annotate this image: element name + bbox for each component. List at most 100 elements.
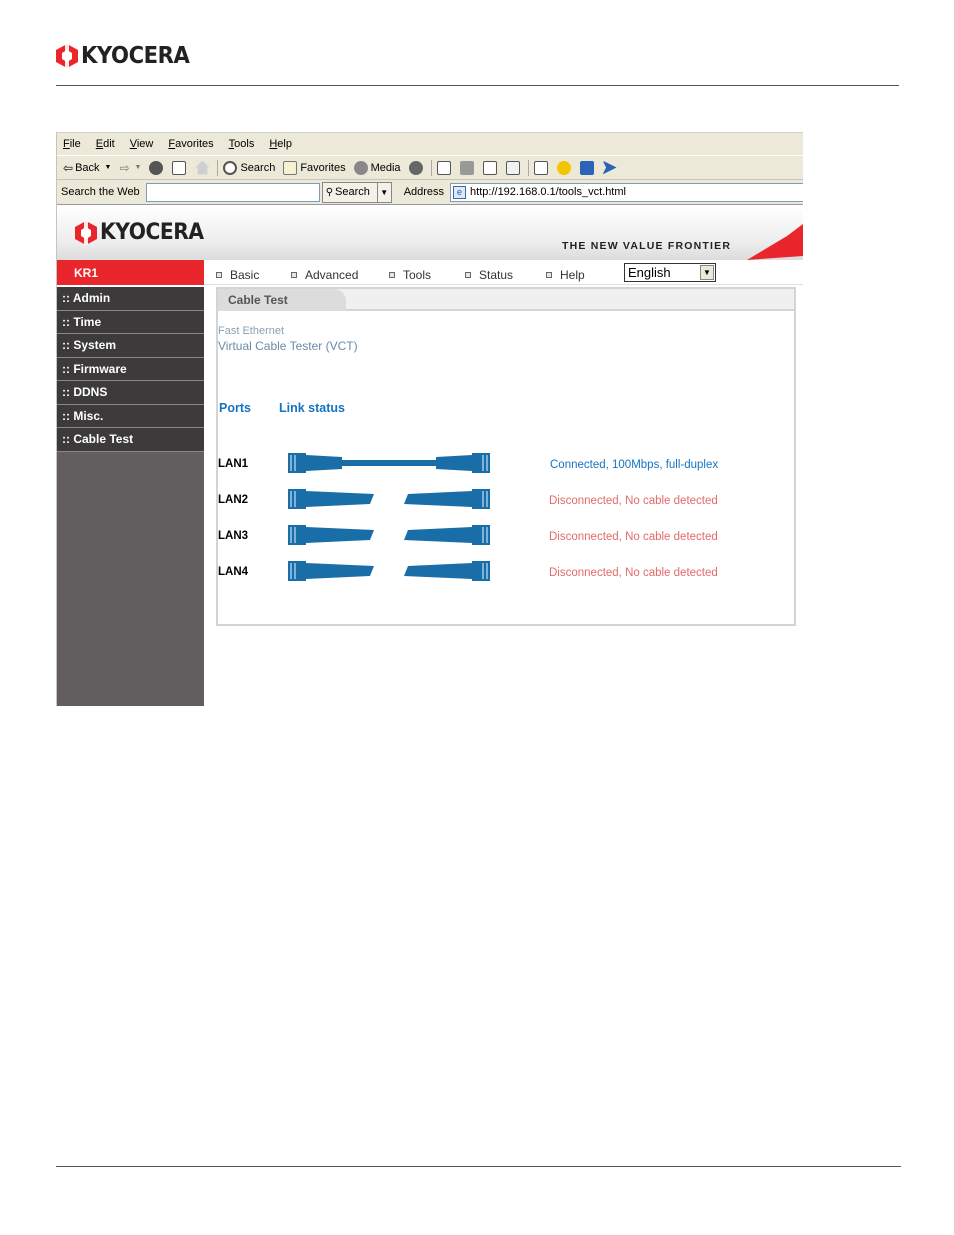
column-header-ports: Ports: [219, 401, 251, 415]
search-icon: [223, 160, 238, 175]
toolbar-separator: [430, 159, 432, 176]
nav-bullet-icon: [546, 272, 552, 278]
cursor-arrow-icon[interactable]: [602, 160, 617, 175]
port-lan2-label: LAN2: [218, 494, 249, 506]
port-lan4-label: LAN4: [218, 566, 249, 578]
discuss-icon[interactable]: [505, 160, 520, 175]
port-lan3-status: Disconnected, No cable detected: [549, 531, 718, 543]
language-select[interactable]: English ▼: [624, 263, 716, 282]
port-lan4-status: Disconnected, No cable detected: [549, 567, 718, 579]
messenger-icon[interactable]: [556, 160, 571, 175]
port-lan1-label: LAN1: [218, 458, 249, 470]
back-label: Back: [75, 161, 100, 174]
sidebar: :: Admin :: Time :: System :: Firmware :…: [57, 287, 204, 706]
media-icon: [353, 160, 368, 175]
menu-file[interactable]: File: [63, 138, 81, 150]
mail-icon[interactable]: [436, 160, 451, 175]
cable-test-panel: Cable Test Fast Ethernet Virtual Cable T…: [216, 287, 796, 626]
router-logo-text: KYOCERA: [100, 220, 204, 245]
top-nav: Basic Advanced Tools Status Help English…: [204, 260, 803, 285]
edit-word-icon[interactable]: [482, 160, 497, 175]
nav-bullet-icon: [216, 272, 222, 278]
address-url: http://192.168.0.1/tools_vct.html: [470, 186, 626, 198]
panel-title: Cable Test: [218, 289, 346, 311]
nav-tools[interactable]: Tools: [389, 268, 431, 282]
back-button[interactable]: ⇦ Back ▼: [63, 161, 111, 175]
nav-bullet-icon: [389, 272, 395, 278]
router-header: KYOCERA THE NEW VALUE FRONTIER: [57, 206, 803, 260]
panel-header: Cable Test: [218, 289, 794, 311]
sidebar-item-ddns[interactable]: :: DDNS: [57, 381, 204, 405]
sidebar-item-misc[interactable]: :: Misc.: [57, 404, 204, 428]
kyocera-logo-text: KYOCERA: [81, 43, 190, 69]
monitor-icon[interactable]: [579, 160, 594, 175]
refresh-icon[interactable]: [172, 160, 187, 175]
print-icon[interactable]: [459, 160, 474, 175]
history-icon[interactable]: [408, 160, 423, 175]
search-web-input[interactable]: [145, 182, 320, 202]
search-web-button-label: Search: [335, 186, 370, 198]
nav-status[interactable]: Status: [465, 268, 513, 282]
sidebar-item-cable-test[interactable]: :: Cable Test: [57, 428, 204, 452]
menu-help[interactable]: Help: [269, 138, 292, 150]
toolbar-separator: [527, 159, 529, 176]
menu-favorites[interactable]: Favorites: [168, 138, 213, 150]
address-input[interactable]: e http://192.168.0.1/tools_vct.html: [450, 182, 803, 202]
cable-connected-icon: [288, 453, 490, 473]
subtitle-vct: Virtual Cable Tester (VCT): [218, 339, 358, 353]
menu-tools[interactable]: Tools: [229, 138, 255, 150]
kyocera-logo: KYOCERA: [56, 42, 199, 70]
nav-help[interactable]: Help: [546, 268, 585, 282]
search-web-label: Search the Web: [61, 186, 140, 198]
kyocera-logo-icon: [56, 44, 78, 68]
sidebar-item-firmware[interactable]: :: Firmware: [57, 357, 204, 381]
sidebar-item-time[interactable]: :: Time: [57, 310, 204, 334]
cable-disconnected-icon: [288, 525, 490, 545]
research-icon[interactable]: [533, 160, 548, 175]
header-divider: [56, 85, 899, 86]
stop-icon[interactable]: [149, 160, 164, 175]
language-value: English: [628, 265, 671, 280]
address-label: Address: [403, 186, 445, 198]
home-icon[interactable]: [195, 160, 210, 175]
nav-advanced[interactable]: Advanced: [291, 268, 358, 282]
column-header-link-status: Link status: [279, 401, 345, 415]
nav-bullet-icon: [291, 272, 297, 278]
swoosh-graphic: [747, 224, 803, 260]
model-label: KR1: [57, 260, 204, 285]
toolbar-separator: [217, 159, 219, 176]
browser-window: File Edit View Favorites Tools Help ⇦ Ba…: [56, 132, 803, 706]
sidebar-item-admin[interactable]: :: Admin: [57, 287, 204, 311]
nav-basic[interactable]: Basic: [216, 268, 259, 282]
sidebar-item-system[interactable]: :: System: [57, 334, 204, 358]
nav-status-label: Status: [479, 268, 514, 282]
back-arrow-icon: ⇦: [63, 160, 74, 175]
search-label: Search: [240, 161, 276, 174]
chevron-down-icon[interactable]: ▼: [376, 182, 391, 202]
browser-toolbar: ⇦ Back ▼ ⇨ ▼ Search Favorites Media: [57, 156, 803, 180]
cable-disconnected-icon: [288, 561, 490, 581]
menu-edit[interactable]: Edit: [96, 138, 115, 150]
search-icon: ⚲: [325, 186, 334, 198]
main-content: Cable Test Fast Ethernet Virtual Cable T…: [204, 287, 803, 706]
favorites-icon: [283, 160, 298, 175]
nav-bullet-icon: [465, 272, 471, 278]
footer-divider: [56, 1166, 901, 1167]
kyocera-logo-icon: [75, 220, 97, 245]
chevron-down-icon[interactable]: ▼: [135, 164, 142, 171]
search-web-button[interactable]: ⚲ Search ▼: [321, 181, 392, 203]
chevron-down-icon[interactable]: ▼: [105, 164, 112, 171]
nav-advanced-label: Advanced: [305, 268, 359, 282]
tagline: THE NEW VALUE FRONTIER: [562, 240, 732, 252]
address-bar: Search the Web ⚲ Search ▼ Address e http…: [57, 180, 803, 205]
menu-bar: File Edit View Favorites Tools Help: [57, 132, 803, 156]
media-button[interactable]: Media: [353, 160, 401, 175]
menu-view[interactable]: View: [130, 138, 154, 150]
favorites-button[interactable]: Favorites: [283, 160, 346, 175]
router-logo: KYOCERA: [75, 220, 213, 245]
forward-button[interactable]: ⇨ ▼: [119, 161, 141, 175]
search-button[interactable]: Search: [223, 160, 276, 175]
cable-disconnected-icon: [288, 489, 490, 509]
chevron-down-icon[interactable]: ▼: [700, 265, 714, 280]
page-icon: e: [453, 185, 467, 199]
